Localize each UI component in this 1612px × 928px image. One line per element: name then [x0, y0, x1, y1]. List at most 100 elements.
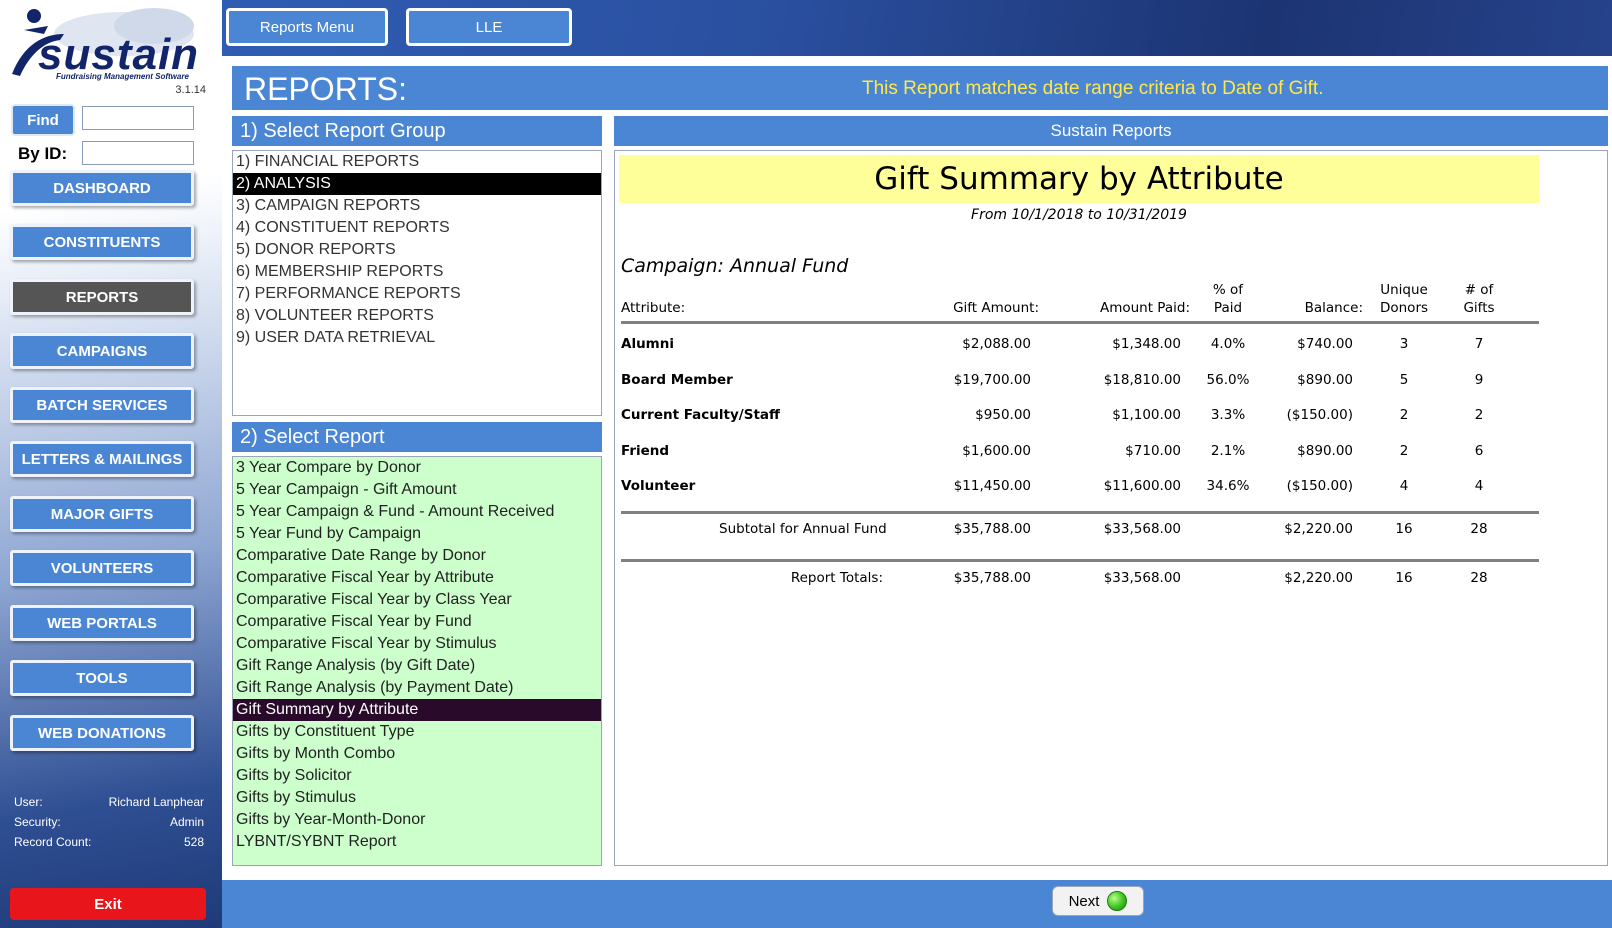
report-item[interactable]: 3 Year Compare by Donor — [233, 457, 601, 479]
report-group-item[interactable]: 6) MEMBERSHIP REPORTS — [233, 261, 601, 283]
record-count-value: 528 — [183, 835, 204, 849]
row-gift-amount: $19,700.00 — [953, 371, 1031, 388]
security-value: Admin — [169, 815, 204, 829]
nav-dashboard[interactable]: DASHBOARD — [10, 170, 194, 206]
report-item[interactable]: 5 Year Campaign - Gift Amount — [233, 479, 601, 501]
header-gift-amount: Gift Amount: — [953, 300, 1039, 316]
row-attribute: Current Faculty/Staff — [621, 407, 780, 423]
find-input[interactable] — [82, 106, 194, 130]
report-item[interactable]: Comparative Fiscal Year by Stimulus — [233, 633, 601, 655]
nav-major-gifts[interactable]: MAJOR GIFTS — [10, 496, 194, 532]
nav-letters-mailings[interactable]: LETTERS & MAILINGS — [10, 441, 194, 477]
report-item[interactable]: Gift Range Analysis (by Gift Date) — [233, 655, 601, 677]
report-item[interactable]: Gifts by Year-Month-Donor — [233, 809, 601, 831]
next-button[interactable]: Next — [1052, 886, 1144, 916]
row-gift-amount: $2,088.00 — [962, 336, 1031, 352]
select-report-heading: 2) Select Report — [232, 422, 602, 452]
report-date-range: From 10/1/2018 to 10/31/2019 — [971, 207, 1187, 223]
row-num-gifts: 9 — [1474, 371, 1484, 388]
row-amount-paid: $1,100.00 — [1112, 407, 1181, 423]
report-item[interactable]: 5 Year Fund by Campaign — [233, 523, 601, 545]
page-title: REPORTS: — [244, 71, 407, 107]
totals-gifts: 28 — [1470, 570, 1488, 586]
header-amount-paid: Amount Paid: — [1099, 300, 1190, 316]
header-num-gifts: # of Gifts — [1449, 281, 1509, 317]
sidebar: sustain Fundraising Management Software … — [0, 0, 222, 928]
find-button[interactable]: Find — [11, 104, 75, 136]
report-group-list: 1) FINANCIAL REPORTS 2) ANALYSIS 3) CAMPAI… — [232, 150, 602, 416]
report-campaign: Campaign: Annual Fund — [621, 255, 849, 277]
row-gift-amount: $950.00 — [975, 407, 1031, 423]
nav-volunteers[interactable]: VOLUNTEERS — [10, 550, 194, 586]
subtotal-paid: $33,568.00 — [1103, 521, 1181, 537]
nav-campaigns[interactable]: CAMPAIGNS — [10, 333, 194, 369]
row-amount-paid: $710.00 — [1125, 442, 1181, 459]
subtotal-gifts: 28 — [1470, 521, 1488, 537]
exit-button[interactable]: Exit — [10, 888, 206, 920]
header-pct-paid-line2: Paid — [1213, 300, 1243, 316]
row-unique-donors: 5 — [1399, 371, 1409, 388]
user-label: User: — [14, 795, 43, 809]
report-item[interactable]: Comparative Fiscal Year by Class Year — [233, 589, 601, 611]
report-group-item[interactable]: 3) CAMPAIGN REPORTS — [233, 195, 601, 217]
totals-label: Report Totals: — [790, 570, 883, 586]
row-unique-donors: 3 — [1399, 336, 1409, 352]
nav-constituents[interactable]: CONSTITUENTS — [10, 224, 194, 260]
report-group-item[interactable]: 8) VOLUNTEER REPORTS — [233, 305, 601, 327]
row-balance: $740.00 — [1297, 336, 1353, 352]
sustain-logo: sustain Fundraising Management Software — [4, 4, 210, 84]
row-num-gifts: 6 — [1474, 442, 1484, 459]
nav-reports[interactable]: REPORTS — [10, 279, 194, 315]
report-item[interactable]: LYBNT/SYBNT Report — [233, 831, 601, 853]
header-gifts-line2: Gifts — [1463, 300, 1495, 316]
report-item[interactable]: Gift Range Analysis (by Payment Date) — [233, 677, 601, 699]
report-item[interactable]: 5 Year Campaign & Fund - Amount Received — [233, 501, 601, 523]
report-group-item[interactable]: 2) ANALYSIS — [233, 173, 601, 195]
totals-gift: $35,788.00 — [953, 570, 1031, 586]
row-attribute: Friend — [621, 442, 670, 459]
report-group-item[interactable]: 1) FINANCIAL REPORTS — [233, 151, 601, 173]
row-gift-amount: $11,450.00 — [953, 478, 1031, 494]
row-balance: ($150.00) — [1286, 478, 1353, 494]
reports-menu-button[interactable]: Reports Menu — [226, 8, 388, 46]
report-item[interactable]: Gifts by Constituent Type — [233, 721, 601, 743]
nav-batch-services[interactable]: BATCH SERVICES — [10, 387, 194, 423]
header-unique-donors: Unique Donors — [1369, 281, 1439, 317]
report-item[interactable]: Gift Summary by Attribute — [233, 699, 601, 721]
row-gift-amount: $1,600.00 — [962, 442, 1031, 459]
report-item[interactable]: Comparative Fiscal Year by Fund — [233, 611, 601, 633]
header-pct-paid: % of Paid — [1195, 281, 1261, 317]
report-item[interactable]: Gifts by Month Combo — [233, 743, 601, 765]
user-value: Richard Lanphear — [108, 795, 204, 809]
next-label: Next — [1068, 892, 1100, 910]
subtotal-balance: $2,220.00 — [1284, 521, 1353, 537]
report-group-item[interactable]: 9) USER DATA RETRIEVAL — [233, 327, 601, 349]
totals-donors: 16 — [1395, 570, 1413, 586]
row-amount-paid: $1,348.00 — [1112, 336, 1181, 352]
logo-subtitle: Fundraising Management Software — [56, 72, 189, 81]
green-status-icon — [1107, 891, 1128, 911]
totals-paid: $33,568.00 — [1103, 570, 1181, 586]
report-group-item[interactable]: 4) CONSTITUENT REPORTS — [233, 217, 601, 239]
report-group-heading: 1) Select Report Group — [232, 116, 602, 146]
bottom-bar: Next — [222, 880, 1612, 928]
report-item[interactable]: Comparative Date Range by Donor — [233, 545, 601, 567]
by-id-input[interactable] — [82, 141, 194, 165]
totals-divider — [621, 559, 1539, 562]
report-item[interactable]: Gifts by Solicitor — [233, 765, 601, 787]
record-count-label: Record Count: — [14, 835, 92, 849]
preview-heading: Sustain Reports — [614, 116, 1608, 146]
report-item[interactable]: Comparative Fiscal Year by Attribute — [233, 567, 601, 589]
report-group-item[interactable]: 5) DONOR REPORTS — [233, 239, 601, 261]
report-group-item[interactable]: 7) PERFORMANCE REPORTS — [233, 283, 601, 305]
page-title-bar: REPORTS: This Report matches date range … — [232, 66, 1608, 110]
top-bar: Reports Menu LLE — [222, 0, 1612, 56]
main-panel: REPORTS: This Report matches date range … — [222, 56, 1612, 880]
lle-button[interactable]: LLE — [406, 8, 572, 46]
nav-tools[interactable]: TOOLS — [10, 660, 194, 696]
row-balance: $890.00 — [1297, 442, 1353, 459]
header-balance: Balance: — [1304, 300, 1363, 316]
report-item[interactable]: Gifts by Stimulus — [233, 787, 601, 809]
nav-web-portals[interactable]: WEB PORTALS — [10, 605, 194, 641]
nav-web-donations[interactable]: WEB DONATIONS — [10, 715, 194, 751]
